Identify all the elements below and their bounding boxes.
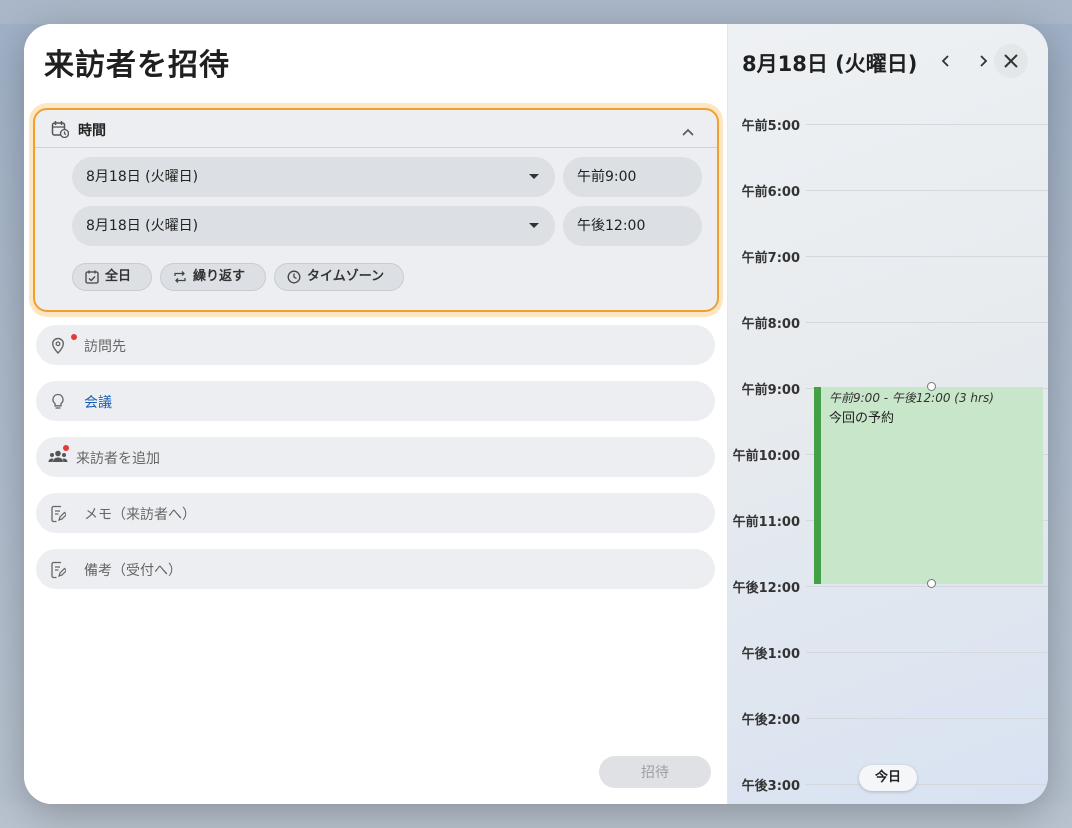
repeat-label: 繰り返す — [193, 269, 246, 284]
memo-placeholder: メモ（来訪者へ） — [84, 507, 196, 523]
invite-visitor-dialog: 来訪者を招待 時間 8月18日 (火曜日) 午前9:00 8月18日 (火曜日)… — [24, 24, 1048, 804]
hour-label: 午前7:00 — [741, 251, 800, 266]
background-window-titlebar — [0, 0, 1072, 24]
calendar-event[interactable]: 午前9:00 - 午後12:00 (3 hrs) 今回の予約 — [814, 387, 1043, 584]
location-placeholder: 訪問先 — [84, 339, 126, 355]
end-time-value: 午後12:00 — [577, 218, 646, 234]
event-resize-handle-bottom[interactable] — [927, 579, 936, 588]
meeting-type-value: 会議 — [84, 395, 112, 411]
today-button[interactable]: 今日 — [859, 765, 917, 791]
day-calendar-panel: 8月18日 (火曜日) 午前5:00 午前6:00 午前7:00 午前8:00 午前9:… — [727, 24, 1048, 804]
start-time-select[interactable]: 午前9:00 — [563, 157, 702, 197]
repeat-button[interactable]: 繰り返す — [160, 263, 266, 291]
hour-label: 午前8:00 — [741, 317, 800, 332]
hour-label: 午後3:00 — [741, 779, 800, 794]
hour-gridline — [806, 652, 1048, 653]
add-visitor-placeholder: 来訪者を追加 — [76, 451, 160, 467]
location-pin-icon — [51, 337, 65, 354]
notes-placeholder: 備考（受付へ） — [84, 563, 182, 579]
memo-field[interactable]: メモ（来訪者へ） — [36, 493, 715, 533]
close-icon — [1004, 54, 1018, 68]
event-time-range: 午前9:00 - 午後12:00 (3 hrs) — [829, 391, 994, 405]
chevron-right-icon[interactable] — [972, 50, 994, 72]
hour-label: 午後12:00 — [732, 581, 800, 596]
start-time-value: 午前9:00 — [577, 169, 637, 185]
event-resize-handle-top[interactable] — [927, 382, 936, 391]
hour-gridline — [806, 718, 1048, 719]
hour-label: 午前11:00 — [732, 515, 800, 530]
calendar-date-title: 8月18日 (火曜日) — [742, 52, 918, 76]
add-visitor-field[interactable]: 来訪者を追加 — [36, 437, 715, 477]
time-section: 時間 8月18日 (火曜日) 午前9:00 8月18日 (火曜日) 午後12:0… — [33, 108, 719, 312]
meeting-type-field[interactable]: 会議 — [36, 381, 715, 421]
hour-gridline — [806, 322, 1048, 323]
timezone-button[interactable]: タイムゾーン — [274, 263, 404, 291]
end-time-select[interactable]: 午後12:00 — [563, 206, 702, 246]
invite-form-panel: 来訪者を招待 時間 8月18日 (火曜日) 午前9:00 8月18日 (火曜日)… — [24, 24, 727, 804]
end-date-value: 8月18日 (火曜日) — [86, 218, 199, 234]
hour-gridline — [806, 190, 1048, 191]
hour-label: 午前6:00 — [741, 185, 800, 200]
repeat-icon — [174, 271, 186, 283]
start-date-value: 8月18日 (火曜日) — [86, 169, 199, 185]
all-day-button[interactable]: 全日 — [72, 263, 152, 291]
end-date-select[interactable]: 8月18日 (火曜日) — [72, 206, 555, 246]
calendar-clock-icon — [51, 120, 70, 142]
note-edit-icon — [51, 561, 66, 579]
dropdown-caret-icon — [529, 223, 539, 228]
close-button[interactable] — [994, 44, 1028, 78]
required-indicator — [63, 445, 69, 451]
chevron-left-icon[interactable] — [935, 50, 957, 72]
hour-label: 午後1:00 — [741, 647, 800, 662]
calendar-check-icon — [85, 270, 99, 284]
note-edit-icon — [51, 505, 66, 523]
background-window-bottom — [0, 804, 1072, 828]
lightbulb-icon — [52, 393, 64, 409]
hour-gridline — [806, 256, 1048, 257]
timezone-label: タイムゾーン — [307, 269, 385, 284]
hour-label: 午前5:00 — [741, 119, 800, 134]
hour-label: 午前10:00 — [732, 449, 800, 464]
hour-label: 午前9:00 — [741, 383, 800, 398]
hour-label: 午後2:00 — [741, 713, 800, 728]
invite-button[interactable]: 招待 — [599, 756, 711, 788]
notes-field[interactable]: 備考（受付へ） — [36, 549, 715, 589]
required-indicator — [71, 334, 77, 340]
location-field[interactable]: 訪問先 — [36, 325, 715, 365]
start-date-select[interactable]: 8月18日 (火曜日) — [72, 157, 555, 197]
clock-icon — [287, 270, 301, 284]
people-icon — [48, 450, 68, 462]
chevron-up-icon[interactable] — [681, 122, 695, 141]
time-section-header[interactable]: 時間 — [35, 110, 717, 148]
all-day-label: 全日 — [105, 269, 132, 284]
time-section-label: 時間 — [78, 123, 106, 139]
dropdown-caret-icon — [529, 174, 539, 179]
hour-gridline — [806, 784, 1048, 785]
hour-gridline — [806, 124, 1048, 125]
dialog-title: 来訪者を招待 — [44, 48, 230, 83]
event-title: 今回の予約 — [829, 411, 895, 426]
